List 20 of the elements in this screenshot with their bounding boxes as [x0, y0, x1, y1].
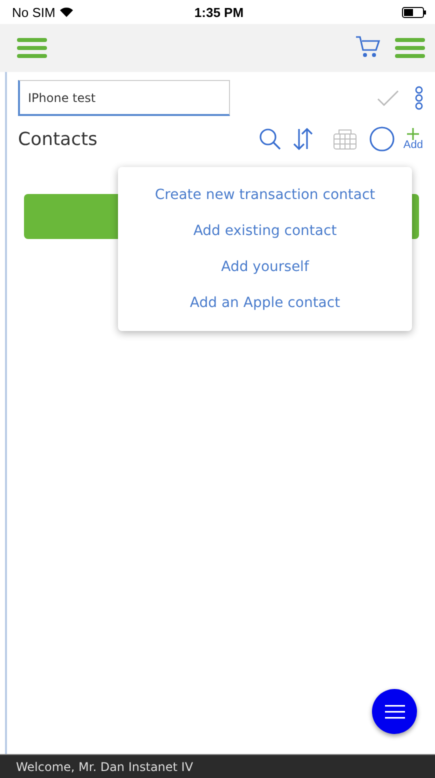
- menu-item[interactable]: Create new transaction contact: [118, 177, 412, 213]
- search-button[interactable]: [259, 128, 282, 150]
- carrier-text: No SIM: [12, 4, 56, 20]
- battery-icon: [402, 6, 426, 18]
- wifi-icon: [60, 7, 74, 17]
- select-button[interactable]: [369, 126, 396, 152]
- menu-icon: [384, 704, 404, 718]
- menu-fab[interactable]: [372, 689, 417, 734]
- check-icon[interactable]: [377, 90, 399, 106]
- menu-item[interactable]: Add existing contact: [118, 213, 412, 249]
- sort-button[interactable]: [293, 128, 314, 150]
- add-button[interactable]: Add: [403, 128, 423, 150]
- section-title: Contacts: [18, 128, 98, 150]
- more-icon[interactable]: [415, 86, 423, 110]
- title-field[interactable]: IPhone test: [18, 80, 230, 116]
- clock-text: 1:35 PM: [194, 4, 244, 20]
- plus-icon: [407, 128, 420, 140]
- welcome-text: Welcome, Mr. Dan Instanet IV: [16, 760, 194, 774]
- menu-item[interactable]: Add yourself: [118, 249, 412, 285]
- menu-item[interactable]: Add an Apple contact: [118, 285, 412, 321]
